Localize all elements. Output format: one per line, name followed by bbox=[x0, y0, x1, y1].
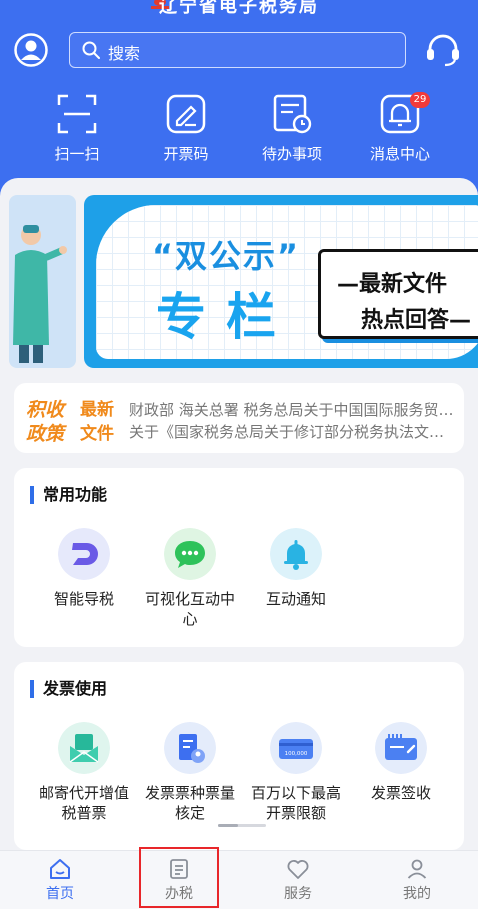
tab-label: 服务 bbox=[284, 886, 312, 902]
section-title: 常用功能 bbox=[30, 486, 107, 504]
app-title: 辽宁省电子税务局 bbox=[159, 0, 319, 17]
chat-icon bbox=[164, 528, 216, 580]
func-label: 互动通知 bbox=[265, 590, 326, 608]
home-icon bbox=[50, 859, 70, 879]
tab-home[interactable]: 首页 bbox=[20, 851, 100, 909]
message-count-badge: 29 bbox=[410, 92, 430, 108]
banner-box-line2: 热点回答— bbox=[361, 308, 472, 333]
policy-news-logo: 积收 最新 政策 文件 bbox=[26, 395, 132, 445]
section-title: 发票使用 bbox=[30, 680, 107, 698]
mail-invoice-icon bbox=[58, 722, 110, 774]
user-icon bbox=[407, 859, 427, 879]
smart-guide-icon bbox=[58, 528, 110, 580]
logo-text: 文件 bbox=[80, 424, 114, 444]
quick-action-label: 待办事项 bbox=[261, 145, 322, 163]
func-invoice-verify[interactable]: 发票票种票量核定 bbox=[135, 722, 245, 823]
func-label: 发票签收 bbox=[370, 784, 431, 802]
func-invoice-limit[interactable]: 100,000 百万以下最高开票限额 bbox=[241, 722, 351, 823]
news-ticker[interactable]: 积收 最新 政策 文件 财政部 海关总署 税务总局关于中国国际服务贸易交易会展期… bbox=[14, 383, 464, 453]
func-smart-guide[interactable]: 智能导税 bbox=[29, 528, 139, 609]
func-label: 邮寄代开增值税普票 bbox=[38, 784, 129, 822]
avatar-icon[interactable] bbox=[14, 33, 48, 67]
invoice-receive-icon bbox=[375, 722, 427, 774]
quick-action-scan[interactable]: 扫一扫 bbox=[27, 93, 127, 165]
quick-action-label: 扫一扫 bbox=[54, 145, 100, 163]
search-input[interactable]: 搜索 bbox=[69, 32, 406, 68]
func-label: 百万以下最高开票限额 bbox=[250, 784, 341, 822]
invoice-code-icon bbox=[166, 94, 206, 134]
tab-tax-handling[interactable]: 办税 bbox=[139, 847, 219, 908]
search-icon bbox=[82, 41, 100, 59]
banner-card: “双公示” 专栏 —最新文件 热点回答— bbox=[96, 205, 478, 359]
todo-icon bbox=[273, 94, 312, 134]
quick-action-label: 消息中心 bbox=[369, 145, 430, 163]
common-functions-card: 常用功能 智能导税 可视化互动中心 互动通知 bbox=[14, 468, 464, 647]
tax-document-icon bbox=[170, 859, 188, 879]
tab-label: 首页 bbox=[46, 886, 74, 902]
quick-action-messages[interactable]: 29 消息中心 bbox=[350, 92, 450, 165]
func-visual-interaction[interactable]: 可视化互动中心 bbox=[135, 528, 245, 629]
func-mail-invoice[interactable]: 邮寄代开增值税普票 bbox=[29, 722, 139, 823]
app-header: 辽宁省电子税务局 搜索 扫一扫 开票码 待办事项 29 消息中心 bbox=[0, 0, 478, 200]
customer-service-icon[interactable] bbox=[425, 33, 461, 67]
limit-card-icon: 100,000 bbox=[270, 722, 322, 774]
heart-icon bbox=[287, 860, 309, 879]
limit-card-amount: 100,000 bbox=[285, 751, 308, 757]
quick-action-invoice-code[interactable]: 开票码 bbox=[136, 93, 236, 165]
func-label: 智能导税 bbox=[53, 590, 114, 608]
notify-bell-icon bbox=[270, 528, 322, 580]
banner-box-line1: —最新文件 bbox=[337, 272, 448, 297]
scroll-indicator bbox=[218, 824, 266, 827]
search-placeholder: 搜索 bbox=[108, 44, 141, 63]
logo-text: 最新 bbox=[80, 400, 114, 420]
invoice-verify-icon bbox=[164, 722, 216, 774]
tab-mine[interactable]: 我的 bbox=[377, 851, 457, 909]
logo-text: 政策 bbox=[26, 423, 65, 445]
doctor-illustration bbox=[13, 225, 67, 363]
invoice-use-card: 发票使用 邮寄代开增值税普票 发票票种票量核定 100,000 百万以下最高开票… bbox=[14, 662, 464, 850]
quick-action-label: 开票码 bbox=[163, 145, 209, 163]
banner-quote-text: “双公示” bbox=[152, 237, 301, 275]
tab-label: 办税 bbox=[165, 886, 193, 902]
func-label: 可视化互动中心 bbox=[144, 590, 235, 628]
quick-action-todo[interactable]: 待办事项 bbox=[242, 93, 342, 165]
banner-carousel[interactable]: “双公示” 专栏 —最新文件 热点回答— bbox=[84, 195, 478, 368]
banner-info-box: —最新文件 热点回答— bbox=[318, 249, 478, 339]
logo-text: 积收 bbox=[26, 399, 65, 421]
banner-main-text: 专栏 bbox=[156, 288, 296, 346]
scan-icon bbox=[57, 94, 97, 134]
news-item[interactable]: 关于《国家税务总局关于修订部分税务执法文书式样的公告》的解读 bbox=[129, 421, 454, 442]
banner-prev-slide[interactable] bbox=[9, 195, 76, 368]
news-item[interactable]: 财政部 海关总署 税务总局关于中国国际服务贸易交易会展期内销售的进口展品税收政策… bbox=[129, 399, 454, 420]
tab-services[interactable]: 服务 bbox=[258, 851, 338, 909]
func-label: 发票票种票量核定 bbox=[144, 784, 235, 822]
func-invoice-receive[interactable]: 发票签收 bbox=[346, 722, 456, 803]
tab-label: 我的 bbox=[403, 886, 431, 902]
bottom-tab-bar: 首页 办税 服务 我的 bbox=[0, 847, 478, 909]
func-interactive-notice[interactable]: 互动通知 bbox=[241, 528, 351, 609]
